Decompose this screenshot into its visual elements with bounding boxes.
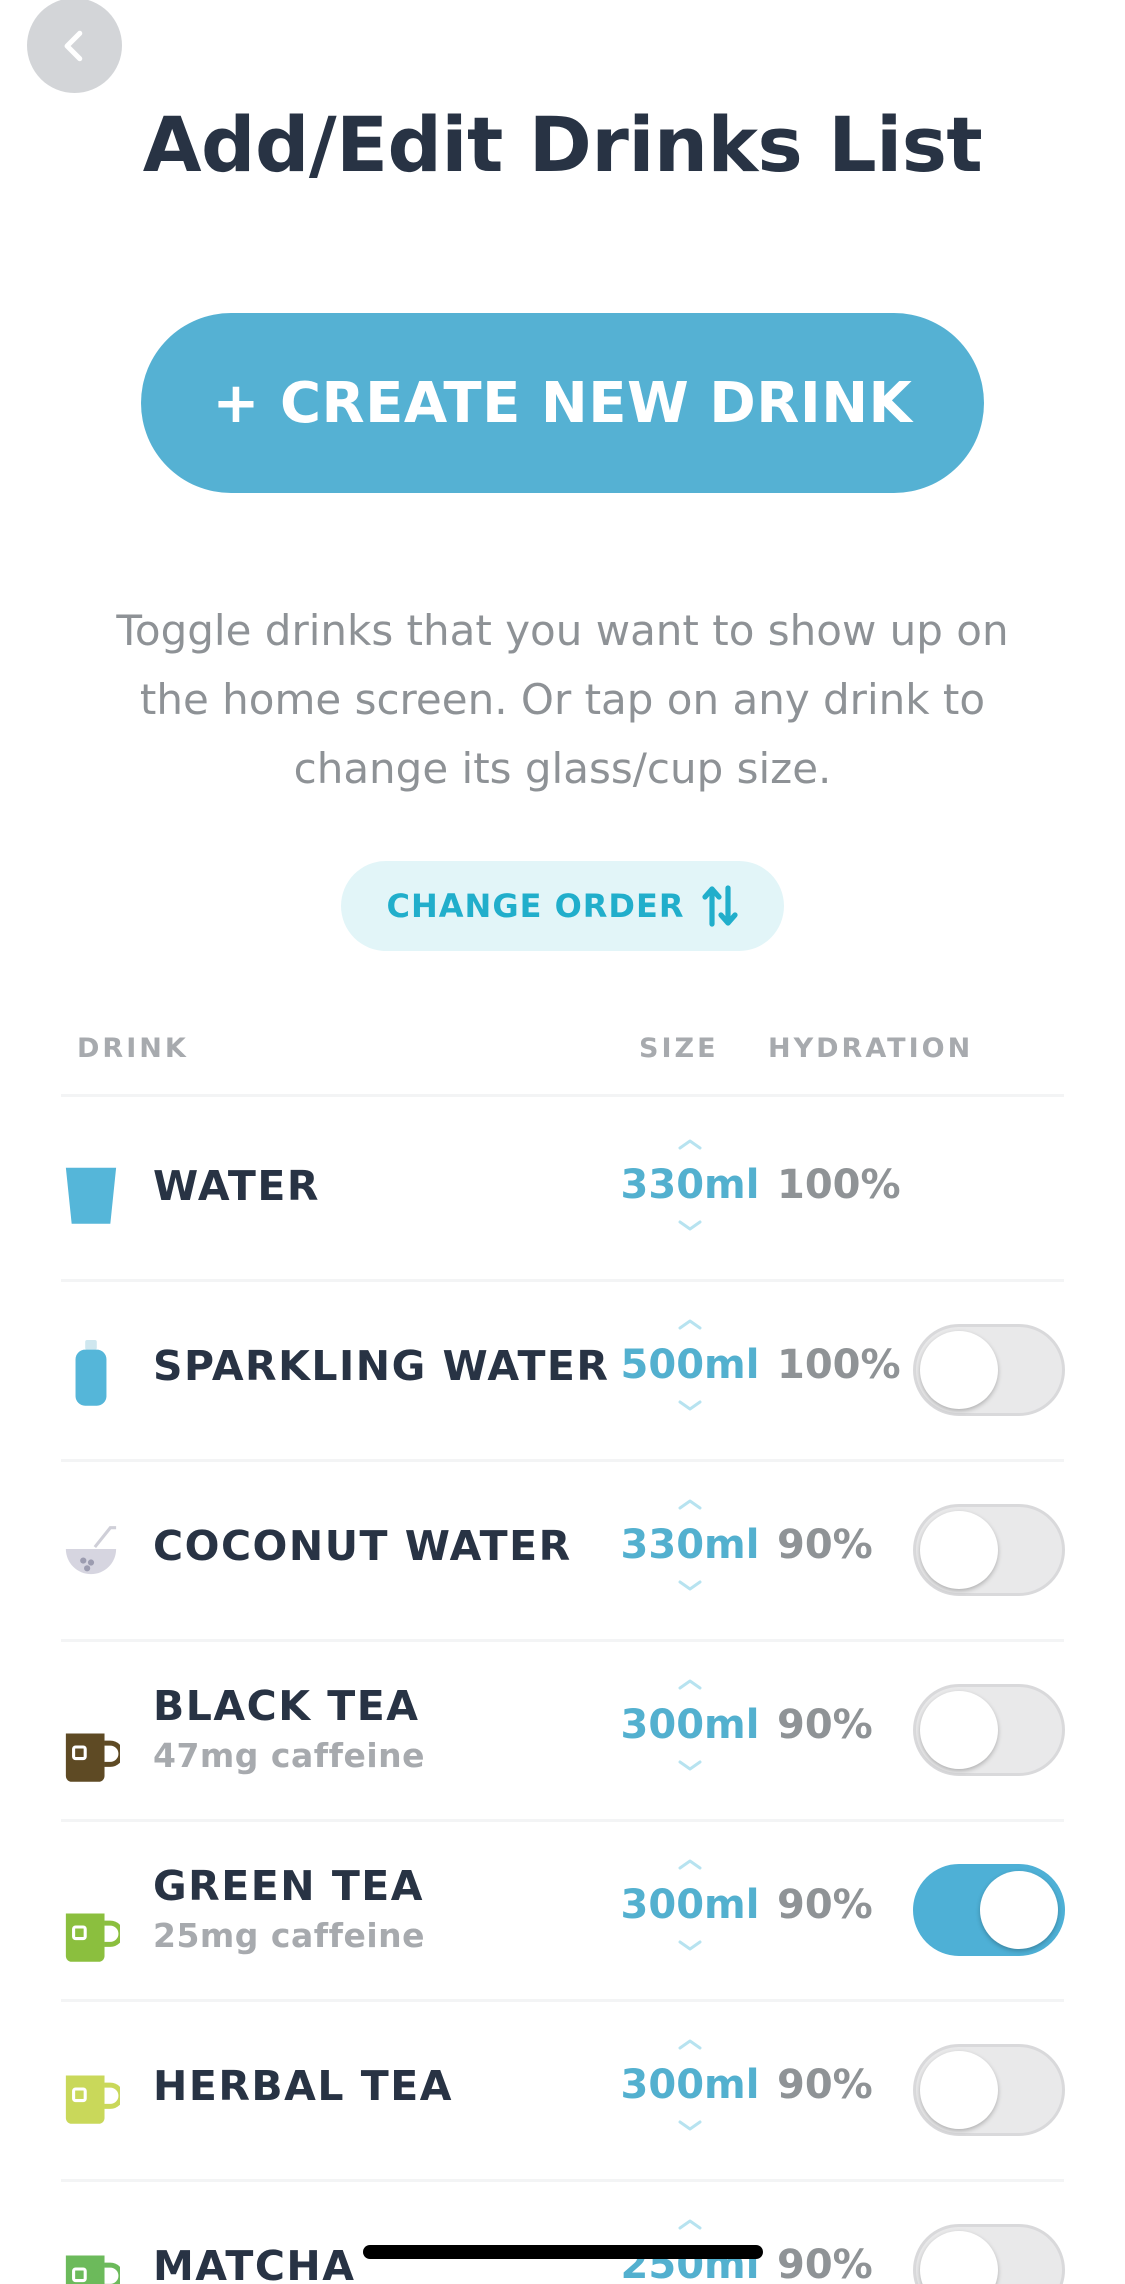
- size-stepper[interactable]: 330ml: [615, 1100, 765, 1280]
- drink-hydration: 100%: [777, 1162, 901, 1208]
- drink-caffeine: 47mg caffeine: [153, 1736, 426, 1775]
- chevron-down-icon[interactable]: [676, 1578, 704, 1592]
- back-button[interactable]: [27, 0, 122, 93]
- reorder-arrows-icon: [702, 885, 739, 927]
- toggle-knob: [920, 1691, 998, 1769]
- drink-name: HERBAL TEA: [153, 2062, 453, 2110]
- drink-name: SPARKLING WATER: [153, 1342, 610, 1390]
- drink-toggle[interactable]: [913, 1504, 1065, 1596]
- toggle-knob: [980, 1871, 1058, 1949]
- drink-size: 300ml: [620, 2062, 760, 2108]
- chevron-down-icon[interactable]: [676, 1758, 704, 1772]
- page-title: Add/Edit Drinks List: [142, 100, 983, 189]
- column-header-drink: DRINK: [77, 1033, 189, 1064]
- tea-cup-icon: [62, 1718, 124, 1782]
- drink-hydration: 90%: [777, 1522, 873, 1568]
- toggle-knob: [920, 2051, 998, 2129]
- change-order-button[interactable]: CHANGE ORDER: [341, 861, 784, 951]
- drink-hydration: 90%: [777, 1702, 873, 1748]
- create-new-drink-button[interactable]: + CREATE NEW DRINK: [141, 313, 984, 493]
- tea-cup-icon: [62, 2240, 124, 2284]
- home-indicator: [363, 2245, 763, 2259]
- drink-name: MATCHA: [153, 2242, 356, 2284]
- toggle-knob: [920, 1331, 998, 1409]
- size-stepper[interactable]: 300ml: [615, 1640, 765, 1820]
- drink-row[interactable]: HERBAL TEA 300ml 90%: [0, 2000, 1125, 2180]
- drink-size: 300ml: [620, 1882, 760, 1928]
- drink-hydration: 90%: [777, 1882, 873, 1928]
- instructions-text: Toggle drinks that you want to show up o…: [116, 606, 1009, 793]
- drink-name: BLACK TEA: [153, 1682, 420, 1730]
- drink-row[interactable]: WATER 330ml 100%: [0, 1100, 1125, 1280]
- chevron-down-icon[interactable]: [676, 1218, 704, 1232]
- bottle-icon: [62, 1340, 120, 1406]
- tea-cup-icon: [62, 2060, 124, 2124]
- coconut-icon: [62, 1520, 120, 1580]
- drink-size: 300ml: [620, 1702, 760, 1748]
- chevron-down-icon[interactable]: [676, 1938, 704, 1952]
- drink-caffeine: 25mg caffeine: [153, 1916, 426, 1955]
- toggle-knob: [920, 1511, 998, 1589]
- chevron-up-icon[interactable]: [676, 1676, 704, 1690]
- drink-name: COCONUT WATER: [153, 1522, 572, 1570]
- column-header-hydration: HYDRATION: [768, 1033, 974, 1064]
- chevron-up-icon[interactable]: [676, 1136, 704, 1150]
- drink-toggle[interactable]: [913, 1864, 1065, 1956]
- drink-size: 330ml: [620, 1162, 760, 1208]
- drink-name: WATER: [153, 1162, 320, 1210]
- drink-hydration: 90%: [777, 2062, 873, 2108]
- drink-row[interactable]: MATCHA 250ml 90%: [0, 2180, 1125, 2284]
- chevron-down-icon[interactable]: [676, 1398, 704, 1412]
- chevron-up-icon[interactable]: [676, 1856, 704, 1870]
- drink-toggle[interactable]: [913, 2044, 1065, 2136]
- drink-toggle[interactable]: [913, 1684, 1065, 1776]
- chevron-up-icon[interactable]: [676, 1496, 704, 1510]
- drink-row[interactable]: SPARKLING WATER 500ml 100%: [0, 1280, 1125, 1460]
- drink-hydration: 100%: [777, 1342, 901, 1388]
- column-header-size: SIZE: [639, 1033, 719, 1064]
- header-divider: [61, 1094, 1064, 1097]
- drink-row[interactable]: BLACK TEA 47mg caffeine 300ml 90%: [0, 1640, 1125, 1820]
- size-stepper[interactable]: 250ml: [615, 2180, 765, 2284]
- drink-toggle[interactable]: [913, 1324, 1065, 1416]
- glass-icon: [62, 1160, 120, 1224]
- drink-toggle[interactable]: [913, 2224, 1065, 2284]
- toggle-knob: [920, 2231, 998, 2284]
- chevron-up-icon[interactable]: [676, 2216, 704, 2230]
- size-stepper[interactable]: 330ml: [615, 1460, 765, 1640]
- drink-hydration: 90%: [777, 2242, 873, 2284]
- drink-size: 330ml: [620, 1522, 760, 1568]
- size-stepper[interactable]: 500ml: [615, 1280, 765, 1460]
- size-stepper[interactable]: 300ml: [615, 1820, 765, 2000]
- chevron-up-icon[interactable]: [676, 1316, 704, 1330]
- drink-row[interactable]: GREEN TEA 25mg caffeine 300ml 90%: [0, 1820, 1125, 2000]
- tea-cup-icon: [62, 1898, 124, 1962]
- size-stepper[interactable]: 300ml: [615, 2000, 765, 2180]
- drinks-list-screen: Add/Edit Drinks List + CREATE NEW DRINK …: [0, 0, 1125, 2284]
- change-order-label: CHANGE ORDER: [386, 887, 685, 925]
- drink-row[interactable]: COCONUT WATER 330ml 90%: [0, 1460, 1125, 1640]
- chevron-up-icon[interactable]: [676, 2036, 704, 2050]
- chevron-down-icon[interactable]: [676, 2118, 704, 2132]
- drink-name: GREEN TEA: [153, 1862, 425, 1910]
- chevron-left-icon: [64, 30, 82, 61]
- drink-size: 500ml: [620, 1342, 760, 1388]
